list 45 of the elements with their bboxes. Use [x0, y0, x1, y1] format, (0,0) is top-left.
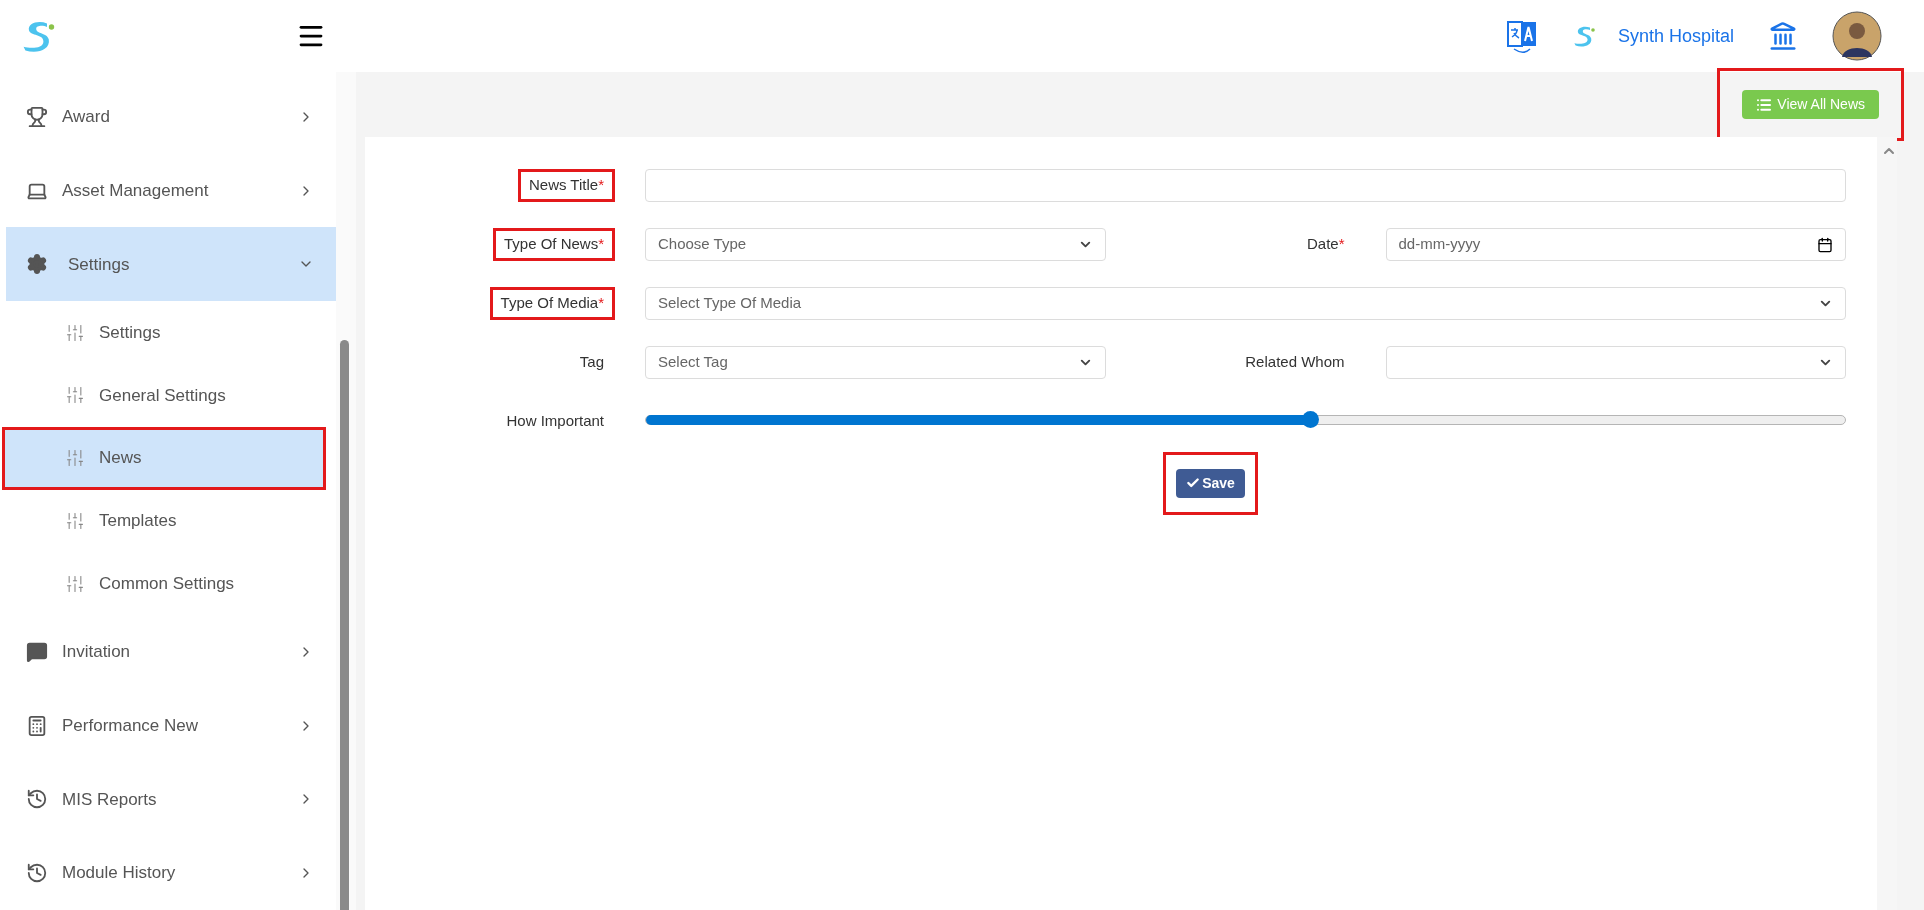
- text-field[interactable]: [645, 169, 1846, 202]
- submenu-item[interactable]: Settings: [2, 301, 336, 364]
- sidebar-item[interactable]: Performance New: [6, 688, 336, 763]
- select-field[interactable]: Choose Type: [645, 228, 1106, 261]
- calculator-icon: [26, 714, 48, 737]
- field-label: Date*: [1305, 234, 1346, 255]
- sidebar-item[interactable]: Asset Management: [6, 153, 336, 228]
- sliders-icon: [65, 510, 85, 531]
- slider-thumb[interactable]: [1302, 411, 1320, 428]
- list-icon: [1756, 96, 1773, 113]
- submenu-item[interactable]: General Settings: [2, 363, 336, 427]
- chat-icon: [26, 640, 48, 663]
- field-label: Tag: [578, 352, 605, 373]
- field-label: Type Of News*: [492, 228, 615, 261]
- submenu-item[interactable]: Templates: [2, 489, 336, 553]
- translate-icon[interactable]: [1505, 19, 1538, 53]
- field-label: How Important: [505, 411, 605, 431]
- gear-icon: [26, 253, 48, 276]
- check-icon: [1186, 476, 1201, 490]
- select-field[interactable]: Select Type Of Media: [645, 287, 1846, 320]
- calendar-icon: [1817, 236, 1833, 253]
- trophy-icon: [26, 105, 48, 128]
- select-field[interactable]: Select Tag: [645, 346, 1106, 379]
- scrollbar-thumb[interactable]: [340, 340, 349, 910]
- sidebar-item[interactable]: MIS Reports: [6, 762, 336, 837]
- submenu-item[interactable]: News: [2, 426, 326, 490]
- sliders-icon: [65, 322, 85, 343]
- sliders-icon: [65, 385, 85, 406]
- sidebar-item[interactable]: Settings: [6, 227, 336, 302]
- field-label: News Title*: [517, 169, 615, 202]
- sidebar-item[interactable]: Invitation: [6, 615, 336, 689]
- field-label: Type Of Media*: [489, 287, 615, 320]
- field-label: Related Whom: [1244, 352, 1346, 373]
- bank-icon[interactable]: [1768, 21, 1798, 51]
- sidebar-item[interactable]: Award: [6, 80, 336, 154]
- history-icon: [26, 862, 48, 885]
- sliders-icon: [65, 448, 85, 469]
- select-field[interactable]: [1385, 346, 1846, 379]
- sliders-icon: [65, 573, 85, 594]
- save-button[interactable]: Save: [1176, 468, 1245, 498]
- sidebar-item[interactable]: Module History: [6, 836, 336, 910]
- date-field[interactable]: dd-mm-yyyy: [1385, 228, 1846, 261]
- hospital-name[interactable]: Synth Hospital: [1617, 22, 1734, 50]
- avatar-icon[interactable]: [1832, 11, 1882, 61]
- submenu-item[interactable]: Common Settings: [2, 552, 336, 616]
